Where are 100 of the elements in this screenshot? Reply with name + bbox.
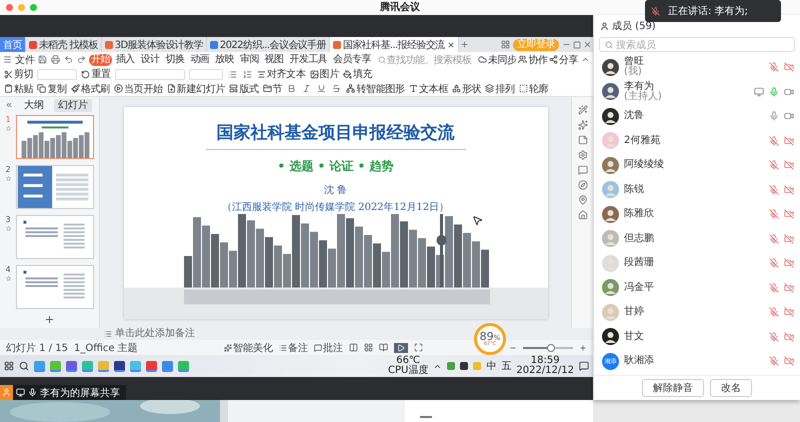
ribbon-button[interactable]: 转智能图形 <box>346 82 405 96</box>
mic-muted-icon[interactable] <box>769 62 779 72</box>
compass-icon[interactable] <box>578 180 588 190</box>
maximize-button[interactable] <box>30 4 37 11</box>
member-row[interactable]: 甘婷 <box>594 300 800 324</box>
ribbon-tab[interactable]: 放映 <box>213 54 236 66</box>
slide-thumbnail[interactable] <box>16 115 94 159</box>
mic-muted-icon[interactable] <box>769 307 779 318</box>
camera-icon[interactable] <box>784 111 794 122</box>
camera-icon[interactable] <box>784 86 794 97</box>
numbered-list-icon[interactable] <box>242 70 253 79</box>
search-icon[interactable] <box>19 361 29 371</box>
camera-off-icon[interactable] <box>784 282 794 293</box>
mic-muted-icon[interactable] <box>769 356 779 366</box>
ribbon-button[interactable]: 文本框 <box>408 82 448 96</box>
camera-off-icon[interactable] <box>784 136 794 146</box>
ribbon-button[interactable]: 新建幻灯片 <box>166 82 226 96</box>
redo-icon[interactable] <box>76 55 87 64</box>
ribbon-button[interactable]: 图片 <box>310 67 340 82</box>
camera-off-icon[interactable] <box>784 62 794 72</box>
ribbon-tab[interactable]: 插入 <box>114 54 137 66</box>
camera-off-icon[interactable] <box>784 356 794 366</box>
document-tab[interactable]: 2022纺织...会议会议手册 <box>206 37 330 52</box>
input-mode[interactable]: 五 <box>501 359 512 373</box>
file-menu[interactable]: 文件 <box>15 52 35 66</box>
italic-icon[interactable] <box>301 84 312 94</box>
member-row[interactable]: 2何雅苑 <box>594 128 800 153</box>
undo-icon[interactable] <box>63 55 74 64</box>
note-icon[interactable] <box>578 135 588 145</box>
menu-icon[interactable] <box>2 55 13 64</box>
member-row[interactable]: 沈鲁 <box>594 104 800 128</box>
member-row[interactable]: 冯金平 <box>594 276 800 300</box>
document-tab[interactable]: 3D服装体验设计教学 <box>102 37 207 52</box>
font-name-field[interactable] <box>114 68 185 80</box>
document-tab[interactable]: 国家社科基...报经验交流 <box>330 37 459 52</box>
pane-tab[interactable]: 大纲 <box>20 98 48 112</box>
ribbon-button[interactable]: 对齐文本 <box>256 67 306 82</box>
camera-off-icon[interactable] <box>784 209 794 220</box>
slide-thumbnail[interactable] <box>16 265 94 309</box>
collapse-pane-icon[interactable] <box>4 101 14 109</box>
ribbon-tab[interactable]: 会员专享 <box>331 54 373 66</box>
camera-off-icon[interactable] <box>784 160 794 170</box>
ribbon-tab[interactable]: 切换 <box>163 54 186 66</box>
ribbon-button[interactable]: 版式 <box>229 82 259 96</box>
slider-thumb[interactable] <box>546 344 555 352</box>
slide-thumbnail[interactable] <box>16 215 94 259</box>
clock[interactable]: 18:59 2022/12/12 <box>516 356 574 376</box>
camera-off-icon[interactable] <box>784 258 794 268</box>
mic-muted-icon[interactable] <box>769 234 779 244</box>
beautify-button[interactable]: 智能美化 <box>224 340 273 354</box>
normal-view-icon[interactable] <box>348 343 358 352</box>
slide-thumbnail[interactable] <box>16 165 94 209</box>
panel-button[interactable]: 改名 <box>710 379 752 397</box>
sparkle-icon[interactable] <box>578 120 588 130</box>
ribbon-button[interactable]: 复制 <box>37 82 67 96</box>
camera-off-icon[interactable] <box>784 307 794 318</box>
ribbon-button[interactable]: 轮廓 <box>518 82 548 96</box>
ribbon-button[interactable]: 形状 <box>452 82 482 96</box>
toolbar-button[interactable]: 分享 <box>549 52 578 66</box>
notes-button[interactable]: 备注 <box>278 340 308 354</box>
font-size-field[interactable] <box>188 68 223 80</box>
notification-icon[interactable] <box>579 361 589 371</box>
mic-muted-icon[interactable] <box>769 209 779 220</box>
wand-icon[interactable] <box>578 105 588 115</box>
document-tab[interactable]: 未稻壳 找模板 <box>26 37 102 52</box>
member-row[interactable]: 陈雅欣 <box>594 202 800 226</box>
camera-off-icon[interactable] <box>784 184 794 195</box>
taskbar-app-icon[interactable] <box>114 360 125 372</box>
ribbon-tab[interactable]: 动画 <box>188 54 212 66</box>
ribbon-button[interactable]: 排列 <box>485 82 515 96</box>
ribbon-button[interactable]: 粘贴 <box>4 82 34 96</box>
ribbon-tab[interactable]: 审阅 <box>238 54 261 66</box>
mic-icon[interactable] <box>769 86 779 97</box>
bold-icon[interactable] <box>286 84 298 94</box>
mic-icon[interactable] <box>769 111 779 122</box>
member-row[interactable]: 段茜珊 <box>594 251 800 276</box>
home-icon[interactable] <box>578 210 588 220</box>
mic-muted-icon[interactable] <box>769 160 779 170</box>
member-row[interactable]: 但志鹏 <box>594 226 800 251</box>
ribbon-tab[interactable]: 视图 <box>262 54 286 66</box>
comments-button[interactable]: 批注 <box>314 340 343 354</box>
ribbon-tab[interactable]: 开发工具 <box>288 54 330 66</box>
toolbar-button[interactable]: 协作 <box>518 52 548 66</box>
play-button[interactable] <box>394 342 408 352</box>
member-row[interactable]: 阿绫绫绫 <box>594 153 800 178</box>
panel-button[interactable]: 解除静音 <box>642 379 704 397</box>
reading-view-icon[interactable] <box>378 343 388 352</box>
save-icon[interactable] <box>37 55 48 64</box>
zoom-in-icon[interactable] <box>579 344 588 352</box>
ribbon-button[interactable]: 剪切 <box>4 67 34 82</box>
camera-off-icon[interactable] <box>784 234 794 244</box>
ribbon-tab[interactable]: 设计 <box>138 54 162 66</box>
underline-icon[interactable] <box>316 84 328 94</box>
add-slide-icon[interactable] <box>44 313 55 325</box>
ribbon-button[interactable]: 重置 <box>81 67 111 82</box>
member-row[interactable]: 李有为 (主持人) <box>594 80 800 104</box>
member-row[interactable]: 曾旺 (我) <box>594 55 800 80</box>
ribbon-button[interactable]: 当页开始 <box>114 82 163 96</box>
mic-muted-icon[interactable] <box>769 258 779 268</box>
document-tab[interactable]: 首页 <box>0 37 26 52</box>
